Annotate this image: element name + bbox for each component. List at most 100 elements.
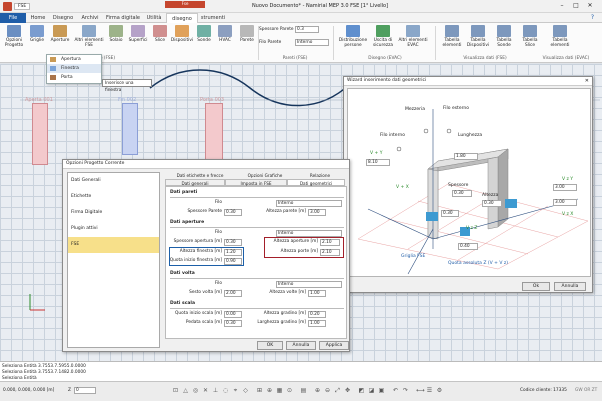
snap-tangent-icon[interactable]: ◌ bbox=[222, 387, 229, 394]
undo-icon[interactable]: ↶ bbox=[392, 387, 399, 394]
ribbon-view-4-button[interactable]: Tabella elementi bbox=[546, 25, 574, 48]
fse-chip[interactable]: FSE bbox=[14, 3, 31, 10]
ribbon-evac-2-button[interactable]: Altri elementi EVAC bbox=[398, 25, 428, 48]
properties-icon[interactable]: ☰ bbox=[426, 387, 433, 394]
wizard-field-1-80[interactable]: 1.80 bbox=[454, 153, 478, 160]
z-input[interactable]: 0 bbox=[74, 387, 96, 394]
ribbon-grid-button[interactable]: Griglie bbox=[26, 25, 48, 43]
tab-dati-etichette[interactable]: Dati etichette e frecce bbox=[165, 172, 235, 179]
wizard-field-0-30-b[interactable]: 0.30 bbox=[482, 200, 502, 207]
tab-imposta-fse[interactable]: Imposta in FSE bbox=[225, 179, 287, 186]
wall-thickness-input[interactable]: 0.3 bbox=[295, 26, 319, 33]
zoom-out-icon[interactable]: ⊖ bbox=[324, 387, 331, 394]
ribbon-device-button[interactable]: Dispositivi bbox=[170, 25, 194, 43]
tab-dati-geometrici[interactable]: Dati geometrici bbox=[287, 179, 345, 186]
ribbon-probe-button[interactable]: Sonde bbox=[194, 25, 214, 43]
input-sesto-volta[interactable]: 2.00 bbox=[224, 290, 242, 297]
ribbon-view-2-button[interactable]: Tabella Sonde bbox=[490, 25, 518, 48]
options-cancel-button[interactable]: Annulla bbox=[286, 341, 316, 350]
input-pedata-scala[interactable]: 0.30 bbox=[224, 320, 242, 327]
menu-item-porta[interactable]: Porta bbox=[47, 73, 101, 82]
input-altezza-volte[interactable]: 1.00 bbox=[308, 290, 326, 297]
tab-dati-generali[interactable]: Dati generali bbox=[165, 179, 225, 186]
input-spessore-parete[interactable]: 0.30 bbox=[224, 209, 242, 216]
wizard-field-0-30-a[interactable]: 0.30 bbox=[452, 190, 472, 197]
ribbon-evac-0-button[interactable]: Distribuzione persone bbox=[338, 25, 368, 48]
nav-item-firma-digitale[interactable]: Firma Digitale bbox=[68, 205, 159, 221]
ribbon-hvac-button[interactable]: HVAC bbox=[214, 25, 236, 43]
maximize-icon[interactable]: □ bbox=[571, 2, 581, 9]
wizard-ok-button[interactable]: Ok bbox=[522, 282, 550, 291]
ribbon-gear-button[interactable]: Opzioni Progetto bbox=[2, 25, 26, 48]
render-icon[interactable]: ◪ bbox=[368, 387, 375, 394]
menu-item-finestra[interactable]: Finestra bbox=[47, 64, 101, 73]
ribbon-view-3-button[interactable]: Tabella Slice bbox=[516, 25, 544, 48]
ribbon-view-1-button[interactable]: Tabella Dispositivi bbox=[464, 25, 492, 48]
minimize-icon[interactable]: – bbox=[557, 2, 567, 9]
view-3d-icon[interactable]: ◩ bbox=[358, 387, 365, 394]
wizard-close-icon[interactable]: ✕ bbox=[585, 78, 589, 84]
wizard-field-0-40[interactable]: 0.40 bbox=[458, 243, 478, 250]
tab-relazione[interactable]: Relazione bbox=[295, 172, 345, 179]
ribbon-surface-button[interactable]: Superfici bbox=[126, 25, 150, 43]
tab-archivi[interactable]: Archivi bbox=[78, 13, 102, 23]
tab-opzioni-grafiche[interactable]: Opzioni Grafiche bbox=[235, 172, 295, 179]
wizard-field-3-00[interactable]: 3.00 bbox=[553, 184, 577, 191]
options-ok-button[interactable]: OK bbox=[257, 341, 283, 350]
redo-icon[interactable]: ↷ bbox=[402, 387, 409, 394]
tab-utilita[interactable]: Utilità bbox=[143, 13, 165, 23]
input-altezza-gradino[interactable]: 0.20 bbox=[308, 311, 326, 318]
snap-perpendicular-icon[interactable]: ⊥ bbox=[212, 387, 219, 394]
opening-002[interactable] bbox=[122, 103, 138, 155]
opening-001[interactable] bbox=[32, 103, 48, 165]
input-altezza-finestra[interactable]: 1.20 bbox=[224, 249, 242, 256]
pan-icon[interactable]: ✥ bbox=[344, 387, 351, 394]
context-tab-fse[interactable]: Fse bbox=[165, 1, 205, 8]
input-altezza-aperture[interactable]: 2.10 bbox=[320, 239, 340, 246]
select-filo-aperture[interactable]: Interno bbox=[276, 230, 342, 237]
ribbon-view-0-button[interactable]: Tabella elementi bbox=[438, 25, 466, 48]
tab-disegno[interactable]: Disegno bbox=[50, 13, 76, 23]
menu-item-apertura-generica[interactable]: Apertura generica bbox=[47, 55, 101, 71]
settings-icon[interactable]: ⚙ bbox=[436, 387, 443, 394]
zoom-in-icon[interactable]: ⊕ bbox=[314, 387, 321, 394]
snap-center-icon[interactable]: ◎ bbox=[192, 387, 199, 394]
select-filo-volta[interactable]: Interno bbox=[276, 281, 342, 288]
ribbon-elements-button[interactable]: Altri elementi FSE bbox=[72, 25, 106, 48]
help-icon[interactable]: ? bbox=[588, 14, 597, 21]
input-quota-scala[interactable]: 0.00 bbox=[224, 311, 242, 318]
close-icon[interactable]: ✕ bbox=[585, 2, 595, 9]
wizard-field-8-10[interactable]: 8.10 bbox=[366, 159, 390, 166]
grid-toggle-icon[interactable]: ▦ bbox=[276, 387, 283, 394]
nav-item-etichette[interactable]: Etichette bbox=[68, 189, 159, 205]
nav-item-plugin-attivi[interactable]: Plugin attivi bbox=[68, 221, 159, 237]
select-filo-pareti[interactable]: Interno bbox=[276, 200, 342, 207]
input-quota-finestra[interactable]: 0.90 bbox=[224, 258, 242, 265]
snap-intersection-icon[interactable]: ✕ bbox=[202, 387, 209, 394]
input-altezza-parete[interactable]: 3.00 bbox=[308, 209, 326, 216]
ribbon-slice-button[interactable]: Slice bbox=[150, 25, 170, 43]
tab-fse-strumenti[interactable]: strumenti bbox=[197, 13, 229, 23]
snap-toggle-icon[interactable]: ⊙ bbox=[286, 387, 293, 394]
wizard-field-0-30-c[interactable]: 0.30 bbox=[441, 210, 459, 217]
ribbon-slab-button[interactable]: Solaio bbox=[106, 25, 126, 43]
wall-wire-select[interactable]: Interno bbox=[295, 39, 329, 46]
wizard-field-3-00-b[interactable]: 3.00 bbox=[553, 199, 577, 206]
tab-firma-digitale[interactable]: Firma digitale bbox=[104, 13, 142, 23]
polar-icon[interactable]: ⊕ bbox=[266, 387, 273, 394]
tab-file[interactable]: File bbox=[0, 13, 26, 23]
snap-endpoint-icon[interactable]: ⊡ bbox=[172, 387, 179, 394]
nav-item-dati-generali[interactable]: Dati Generali bbox=[68, 173, 159, 189]
ribbon-door-button[interactable]: Aperture bbox=[48, 25, 72, 43]
tab-home[interactable]: Home bbox=[27, 13, 49, 23]
print-icon[interactable]: ▣ bbox=[378, 387, 385, 394]
opening-003[interactable] bbox=[205, 103, 223, 165]
layer-icon[interactable]: ▤ bbox=[300, 387, 307, 394]
ortho-icon[interactable]: ⊞ bbox=[256, 387, 263, 394]
measure-icon[interactable]: ⟷ bbox=[416, 387, 425, 394]
nav-item-fse[interactable]: FSE bbox=[68, 237, 159, 253]
ribbon-evac-1-button[interactable]: Uscita di sicurezza bbox=[368, 25, 398, 48]
ribbon-wall-button[interactable]: Parete bbox=[236, 25, 258, 43]
snap-midpoint-icon[interactable]: △ bbox=[182, 387, 189, 394]
zoom-extents-icon[interactable]: ⤢ bbox=[334, 387, 341, 394]
